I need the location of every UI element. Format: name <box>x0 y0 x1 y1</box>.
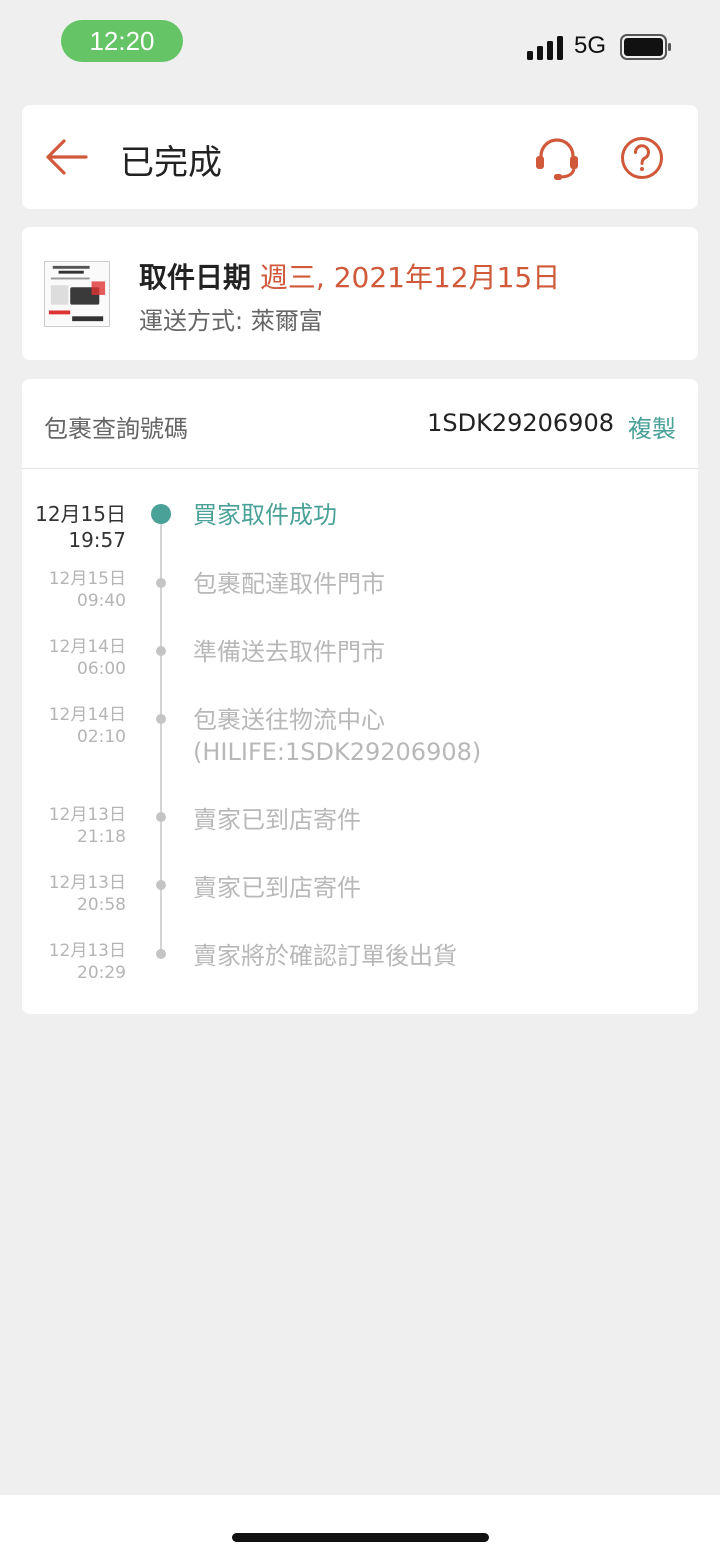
event-datetime: 12月13日 20:29 <box>49 940 126 984</box>
event-datetime: 12月13日 21:18 <box>49 804 126 848</box>
header-bar: 已完成 <box>22 105 698 209</box>
event-text: 賣家已到店寄件 <box>193 874 361 902</box>
event-text: 包裹送往物流中心 <box>193 706 385 734</box>
event-text: 包裹配達取件門市 <box>193 570 385 598</box>
event-time: 21:18 <box>77 827 126 847</box>
battery-icon <box>620 34 671 60</box>
timeline-dot <box>156 714 166 724</box>
pickup-date-label: 取件日期 <box>139 261 252 294</box>
event-datetime: 12月14日 02:10 <box>49 704 126 748</box>
event-time: 02:10 <box>77 727 126 747</box>
timeline-dot <box>151 504 171 524</box>
timeline-dot <box>156 578 166 588</box>
pickup-date-line: 取件日期 週三, 2021年12月15日 <box>139 256 560 296</box>
signal-icon <box>527 36 563 60</box>
tracking-card: 包裹查詢號碼 1SDK29206908 複製 12月15日 19:57 買家取件… <box>22 379 698 1014</box>
tracking-timeline: 12月15日 19:57 買家取件成功 12月15日 09:40 包裹配達取件門… <box>22 379 698 1014</box>
shipping-method: 運送方式: 萊爾富 <box>139 307 323 335</box>
event-time: 20:29 <box>77 963 126 983</box>
event-time: 20:58 <box>77 895 126 915</box>
event-text-detail: (HILIFE:1SDK29206908) <box>193 738 482 766</box>
event-date: 12月15日 <box>35 502 126 526</box>
home-indicator[interactable] <box>232 1533 489 1542</box>
event-datetime: 12月13日 20:58 <box>49 872 126 916</box>
event-date: 12月14日 <box>48 705 126 725</box>
product-thumbnail <box>44 261 110 327</box>
network-label: 5G <box>574 32 607 59</box>
event-time: 06:00 <box>77 659 126 679</box>
timeline-dot <box>156 949 166 959</box>
status-bar: 12:20 5G <box>0 0 720 90</box>
support-headset-icon[interactable] <box>534 135 580 181</box>
event-text: 賣家將於確認訂單後出貨 <box>193 942 457 970</box>
timeline-dot <box>156 646 166 656</box>
help-icon[interactable] <box>620 136 664 180</box>
event-text: 買家取件成功 <box>193 501 337 529</box>
event-date: 12月15日 <box>48 569 126 589</box>
timeline-dot <box>156 880 166 890</box>
event-text: 準備送去取件門市 <box>193 638 385 666</box>
event-date: 12月14日 <box>48 637 126 657</box>
timeline-dot <box>156 812 166 822</box>
event-date: 12月13日 <box>48 805 126 825</box>
event-datetime: 12月15日 19:57 <box>35 501 126 553</box>
pickup-card[interactable]: 取件日期 週三, 2021年12月15日 運送方式: 萊爾富 <box>22 227 698 360</box>
event-datetime: 12月15日 09:40 <box>49 568 126 612</box>
event-time: 09:40 <box>77 591 126 611</box>
status-time: 12:20 <box>61 20 183 62</box>
event-datetime: 12月14日 06:00 <box>49 636 126 680</box>
bottom-safe-area <box>0 1495 720 1558</box>
back-arrow-icon[interactable] <box>44 135 88 179</box>
event-date: 12月13日 <box>48 873 126 893</box>
event-date: 12月13日 <box>48 941 126 961</box>
event-text: 賣家已到店寄件 <box>193 806 361 834</box>
event-time: 19:57 <box>68 528 126 552</box>
page-title: 已完成 <box>120 143 222 183</box>
pickup-date-value: 週三, 2021年12月15日 <box>259 261 561 294</box>
